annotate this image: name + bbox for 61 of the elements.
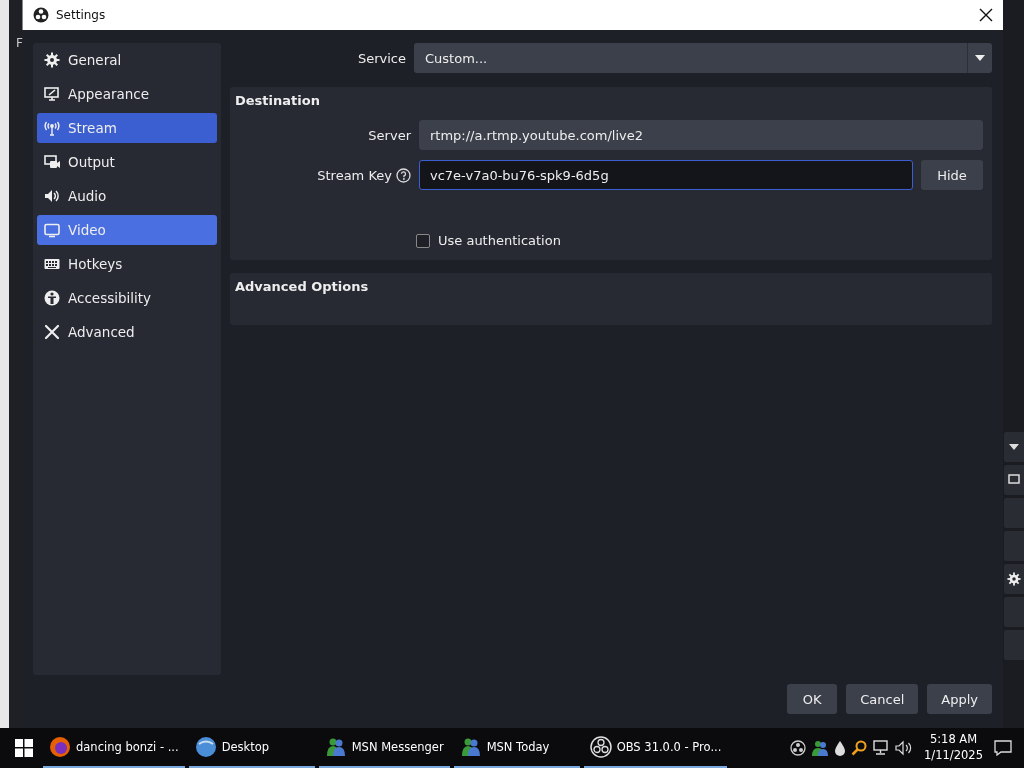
group-title: Advanced Options	[235, 279, 370, 296]
toolbar-button[interactable]	[1004, 432, 1024, 462]
dialog-button[interactable]: Apply	[927, 684, 992, 714]
dialog-button[interactable]: Cancel	[846, 684, 919, 714]
person-icon	[44, 290, 60, 306]
checkbox[interactable]	[416, 233, 430, 248]
monitor-icon	[44, 86, 60, 102]
caret-icon	[1009, 444, 1019, 450]
help-icon[interactable]	[396, 167, 411, 183]
people-icon[interactable]	[811, 740, 830, 756]
sidebar-item[interactable]: Audio	[37, 181, 217, 211]
server-field[interactable]: rtmp://a.rtmp.youtube.com/live2	[419, 120, 983, 150]
taskbar-item[interactable]: Desktop	[188, 728, 315, 768]
drop-icon[interactable]	[834, 740, 847, 756]
group-title: Destination	[235, 93, 321, 110]
close-icon[interactable]	[979, 8, 993, 22]
sidebar-item[interactable]: Stream	[37, 113, 217, 143]
sidebar-item[interactable]: Accessibility	[37, 283, 217, 313]
clock-date[interactable]: 1/11/2025	[924, 748, 983, 764]
window-title: Settings	[56, 8, 107, 22]
screen-icon	[44, 222, 60, 238]
sidebar-item[interactable]: General	[37, 45, 217, 75]
taskbar-item[interactable]: OBS 31.0.0 - Pro...	[583, 728, 728, 768]
sidebar-item[interactable]: Output	[37, 147, 217, 177]
volume-icon[interactable]	[895, 740, 914, 756]
people-icon	[324, 736, 347, 758]
dialog-button[interactable]: OK	[787, 684, 838, 714]
background-window-text: F	[16, 36, 23, 50]
toolbar-button[interactable]	[1004, 564, 1024, 594]
stream-key-field[interactable]: vc7e-v7a0-bu76-spk9-6d5g	[419, 160, 913, 190]
service-dropdown[interactable]: Custom...	[414, 43, 992, 73]
stream-key-label: Stream Key	[317, 167, 392, 183]
notification-icon[interactable]	[994, 740, 1012, 756]
checkbox-label: Use authentication	[438, 233, 561, 248]
window-icon	[1008, 474, 1020, 486]
network-icon[interactable]	[872, 740, 891, 756]
clock-time[interactable]: 5:18 AM	[929, 732, 978, 748]
sidebar-item[interactable]: Appearance	[37, 79, 217, 109]
start-icon[interactable]	[15, 739, 33, 757]
sidebar-item[interactable]: Hotkeys	[37, 249, 217, 279]
taskbar-item[interactable]: MSN Today	[453, 728, 580, 768]
taskbar-item[interactable]: MSN Messenger	[318, 728, 450, 768]
settings-icon	[1007, 572, 1021, 586]
hide-button[interactable]: Hide	[921, 160, 983, 190]
gear-icon	[44, 52, 60, 68]
caret-icon	[975, 55, 985, 61]
service-label: Service	[356, 50, 406, 66]
antenna-icon	[44, 120, 60, 136]
server-label: Server	[367, 127, 411, 143]
people-icon	[459, 736, 482, 758]
output-icon	[44, 154, 60, 170]
taskbar-item[interactable]: dancing bonzi - ...	[43, 728, 185, 768]
toolbar-button[interactable]	[1004, 465, 1024, 495]
keyboard-icon	[44, 256, 60, 272]
browser-icon	[49, 736, 71, 758]
sidebar-item[interactable]: Video	[37, 215, 217, 245]
globe-icon	[194, 736, 217, 758]
search-icon[interactable]	[851, 740, 868, 756]
speaker-icon	[44, 188, 60, 204]
sidebar-item[interactable]: Advanced	[37, 317, 217, 347]
logo-icon	[33, 7, 49, 23]
